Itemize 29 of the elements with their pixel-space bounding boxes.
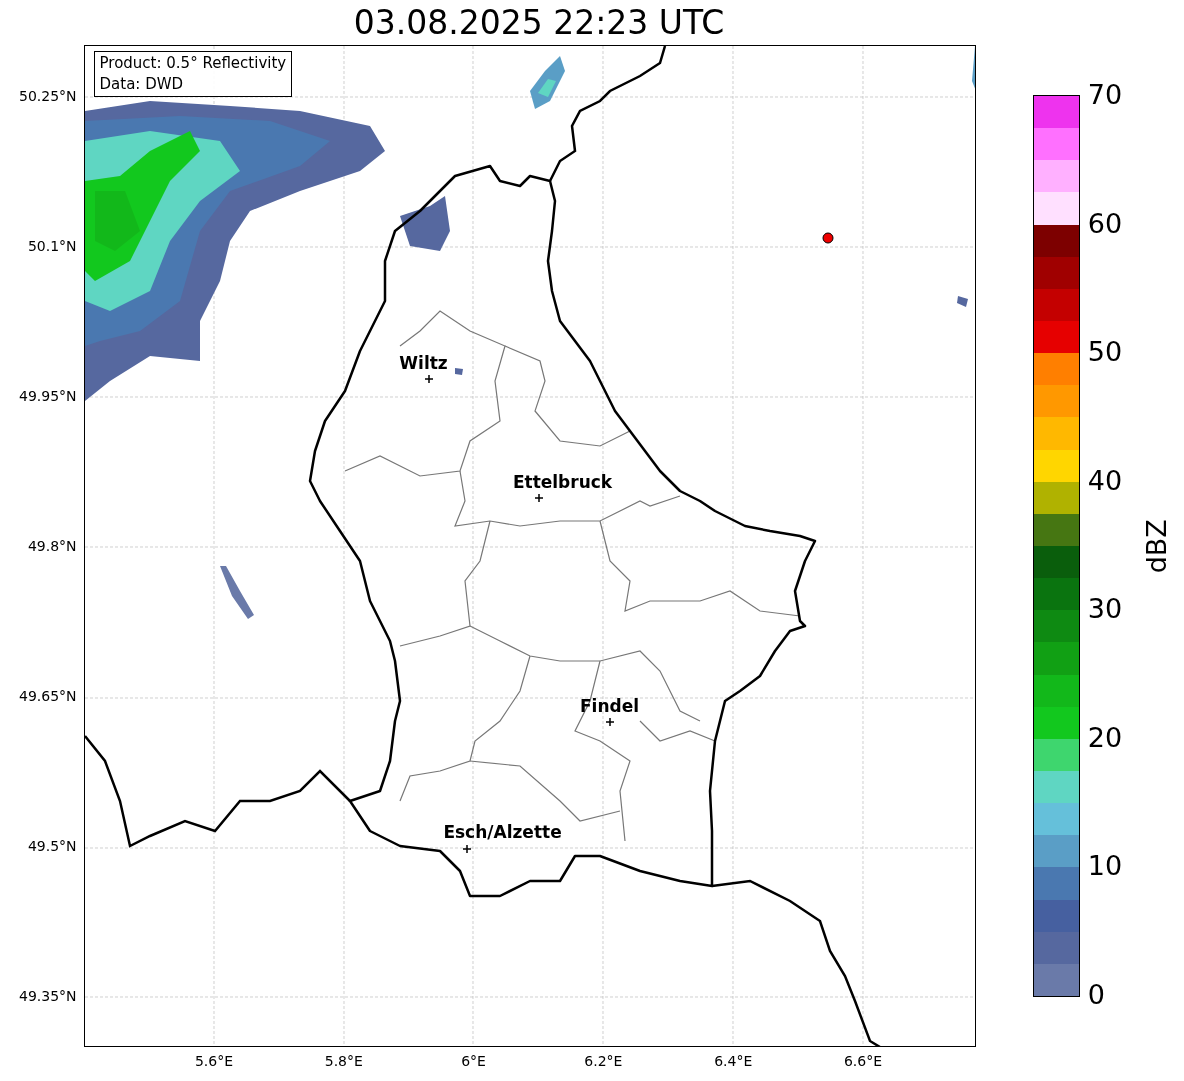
longitude-label: 6°E — [461, 1053, 486, 1069]
colorbar-tick-label: 20 — [1087, 722, 1123, 753]
latitude-label: 49.35°N — [18, 988, 77, 1004]
latitude-label: 49.65°N — [18, 688, 77, 704]
latitude-label: 49.5°N — [27, 838, 77, 854]
city-label: Wiltz — [399, 353, 448, 373]
info-text: Data: DWD — [99, 74, 185, 95]
city-label: Ettelbruck — [512, 472, 613, 492]
colorbar-title: dBZ — [1139, 518, 1173, 574]
colorbar-tick-label: 30 — [1087, 594, 1123, 625]
latitude-label: 50.1°N — [27, 238, 77, 254]
colorbar-tick-label: 50 — [1087, 337, 1123, 368]
latitude-label: 49.8°N — [27, 538, 77, 554]
longitude-label: 6.2°E — [584, 1053, 623, 1069]
chart-title: 03.08.2025 22:23 UTC — [353, 2, 725, 44]
colorbar-tick-label: 60 — [1087, 208, 1123, 239]
info-text: Product: 0.5° Reflectivity — [99, 53, 287, 74]
longitude-label: 6.4°E — [714, 1053, 753, 1069]
colorbar-tick-label: 70 — [1087, 80, 1123, 110]
city-label: Findel — [580, 696, 640, 716]
latitude-label: 49.95°N — [18, 388, 77, 404]
longitude-label: 6.6°E — [843, 1053, 883, 1069]
city-label: Esch/Alzette — [443, 822, 562, 842]
colorbar-tick-label: 10 — [1087, 851, 1123, 882]
latitude-label: 50.25°N — [18, 88, 77, 104]
colorbar-tick-label: 40 — [1087, 465, 1123, 496]
longitude-label: 5.8°E — [324, 1053, 363, 1069]
longitude-label: 5.6°E — [194, 1053, 234, 1069]
colorbar-tick-label: 0 — [1087, 980, 1105, 1010]
